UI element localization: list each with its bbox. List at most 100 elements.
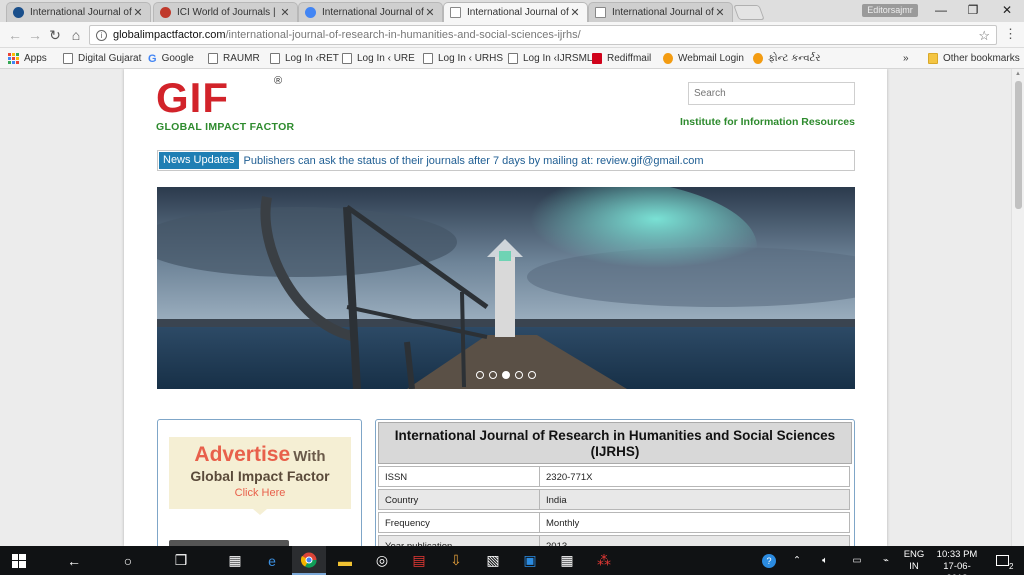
close-tab-icon[interactable]: ✕ — [279, 6, 291, 19]
table-row-country: Country India — [378, 489, 852, 510]
close-tab-icon[interactable]: ✕ — [424, 6, 436, 19]
page-icon — [342, 53, 352, 64]
bookmark-label: Webmail Login — [678, 53, 744, 64]
close-tab-icon[interactable]: ✕ — [132, 6, 144, 19]
row-key: ISSN — [378, 466, 540, 487]
profile-button[interactable]: Editorsajmr — [862, 4, 918, 17]
row-value: Monthly — [540, 512, 850, 533]
tab-strip: International Journal of R ✕ ICI World o… — [0, 0, 1024, 22]
bookmark-login-ure[interactable]: Log In ‹ URE — [342, 51, 415, 66]
calculator-icon[interactable]: ▦ — [550, 546, 584, 575]
bookmark-login-ret[interactable]: Log In ‹RET — [270, 51, 339, 66]
browser-tab-5[interactable]: International Journal of R ✕ — [588, 2, 733, 22]
home-icon[interactable]: ⌂ — [67, 26, 85, 44]
address-bar[interactable]: i globalimpactfactor.com/international-j… — [89, 25, 997, 45]
browser-tab-1[interactable]: International Journal of R ✕ — [6, 2, 151, 22]
bookmark-webmail-login[interactable]: Webmail Login — [663, 51, 744, 66]
language-indicator[interactable]: ENG IN — [902, 549, 926, 573]
bookmark-login-ijrsml[interactable]: Log In ‹IJRSML — [508, 51, 592, 66]
slider-dot-3-active[interactable] — [502, 371, 510, 379]
network-icon[interactable]: ⌁ — [876, 546, 896, 575]
bookmark-digital-gujarat[interactable]: Digital Gujarat — [63, 51, 141, 66]
url-host: globalimpactfactor.com — [113, 29, 226, 41]
other-bookmarks[interactable]: Other bookmarks — [928, 51, 1020, 66]
edge-icon[interactable]: e — [255, 546, 289, 575]
minimize-icon[interactable]: — — [926, 2, 956, 18]
bookmark-rediffmail[interactable]: Rediffmail — [592, 51, 651, 66]
slider-dot-4[interactable] — [515, 371, 523, 379]
search-input[interactable] — [688, 82, 855, 105]
scroll-up-icon[interactable]: ▲ — [1015, 71, 1021, 77]
notifications-icon[interactable]: 2 — [990, 546, 1014, 575]
help-icon[interactable]: ? — [758, 546, 780, 575]
paint-icon[interactable]: ◎ — [365, 546, 399, 575]
store-icon[interactable]: ▦ — [218, 546, 252, 575]
bookmark-login-urhs[interactable]: Log In ‹ URHS — [423, 51, 503, 66]
bookmark-star-icon[interactable]: ☆ — [978, 28, 990, 44]
reload-icon[interactable]: ↻ — [46, 26, 64, 44]
logo-subtitle: GLOBAL IMPACT FACTOR — [156, 121, 295, 133]
pdf-reader-icon[interactable]: ▤ — [402, 546, 436, 575]
apps-icon — [8, 53, 19, 64]
chrome-menu-icon[interactable]: ⋮ — [1004, 26, 1017, 42]
task-view-icon[interactable]: ❒ — [164, 546, 198, 575]
back-arrow-icon[interactable]: ← — [57, 546, 91, 575]
row-value: India — [540, 489, 850, 510]
slider-dot-1[interactable] — [476, 371, 484, 379]
news-ticker: News Updates Publishers can ask the stat… — [157, 150, 855, 171]
slider-dot-2[interactable] — [489, 371, 497, 379]
bookmark-label: Rediffmail — [607, 53, 652, 64]
page-icon — [423, 53, 433, 64]
browser-tab-3[interactable]: International Journal of R ✕ — [298, 2, 443, 22]
show-hidden-icons[interactable]: ⌃ — [788, 546, 806, 575]
scrollbar-thumb[interactable] — [1015, 81, 1022, 209]
close-window-icon[interactable]: ✕ — [992, 2, 1022, 18]
slider-dot-5[interactable] — [528, 371, 536, 379]
bookmark-label: ફોન્ટ કન્વર્ટર — [768, 53, 821, 64]
browser-tab-4-active[interactable]: International Journal of R ✕ — [443, 2, 588, 22]
url-path: /international-journal-of-research-in-hu… — [225, 29, 581, 41]
photos-icon[interactable]: ▣ — [513, 546, 547, 575]
file-explorer-icon[interactable]: ▬ — [328, 546, 362, 575]
tab-title: International Journal of R — [30, 7, 132, 18]
ad-brand: Global Impact Factor — [190, 468, 330, 484]
news-text[interactable]: Publishers can ask the status of their j… — [244, 155, 704, 167]
dots-app-icon[interactable]: ⁂ — [587, 546, 621, 575]
cortana-icon[interactable]: ○ — [111, 546, 145, 575]
back-icon[interactable]: ← — [6, 26, 24, 44]
page-favicon-icon — [450, 7, 461, 18]
chrome-taskbar-icon[interactable] — [292, 546, 326, 575]
bookmark-label: Log In ‹RET — [285, 53, 339, 64]
close-tab-icon[interactable]: ✕ — [569, 6, 581, 19]
bookmark-font-converter[interactable]: ફોન્ટ કન્વર્ટર — [753, 51, 821, 66]
advertise-banner[interactable]: Advertise With Global Impact Factor Clic… — [169, 437, 351, 515]
ad-with: With — [293, 448, 326, 465]
battery-icon[interactable]: ▭ — [847, 546, 867, 575]
vertical-scrollbar[interactable]: ▲ — [1011, 69, 1024, 546]
journal-title: International Journal of Research in Hum… — [378, 422, 852, 464]
table-row-frequency: Frequency Monthly — [378, 512, 852, 533]
browser-tab-2[interactable]: ICI World of Journals | ICI ✕ — [153, 2, 298, 22]
institute-link[interactable]: Institute for Information Resources — [679, 116, 855, 128]
rediff-icon — [592, 53, 602, 64]
ici-favicon-icon — [160, 7, 171, 18]
forward-icon[interactable]: → — [26, 26, 44, 44]
windows-start-icon[interactable] — [2, 546, 36, 575]
bookmark-raumr[interactable]: RAUMR — [208, 51, 260, 66]
gif-logo[interactable]: GIF ® GLOBAL IMPACT FACTOR — [156, 75, 326, 137]
system-clock[interactable]: 10:33 PM 17-06-2018 — [934, 549, 980, 575]
bookmarks-overflow-button[interactable]: » — [903, 51, 909, 66]
info-icon[interactable]: i — [96, 29, 107, 41]
restore-icon[interactable]: ❐ — [958, 2, 988, 18]
tab-title: International Journal of R — [612, 7, 714, 18]
app-icon[interactable]: ▧ — [476, 546, 510, 575]
ad-click-here[interactable]: Click Here — [169, 487, 351, 499]
bookmark-google[interactable]: G Google — [148, 51, 194, 66]
globe-favicon-icon — [13, 7, 24, 18]
close-tab-icon[interactable]: ✕ — [714, 6, 726, 19]
volume-icon[interactable]: 🔈︎ — [815, 546, 835, 575]
new-tab-button[interactable] — [733, 5, 765, 20]
bookmark-apps[interactable]: Apps — [8, 51, 47, 66]
row-key: Frequency — [378, 512, 540, 533]
download-app-icon[interactable]: ⇩ — [439, 546, 473, 575]
